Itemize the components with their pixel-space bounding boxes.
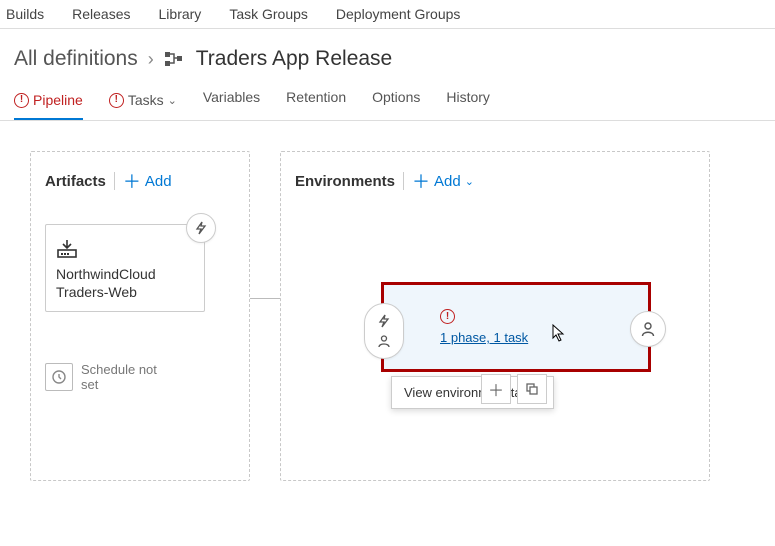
add-environment-below-button[interactable]: ＋: [481, 374, 511, 404]
cursor-icon: [550, 323, 568, 345]
tab-tasks-label: Tasks: [128, 92, 164, 108]
error-icon: !: [14, 93, 29, 108]
post-deploy-conditions-button[interactable]: [630, 311, 666, 347]
environment-tasks-link[interactable]: 1 phase, 1 task: [440, 330, 528, 345]
environment-body: ! 1 phase, 1 task: [440, 309, 528, 345]
nav-library[interactable]: Library: [159, 6, 202, 22]
pre-deploy-conditions-button[interactable]: [364, 303, 404, 359]
page-title: Traders App Release: [196, 47, 393, 71]
artifacts-header: Artifacts ＋ Add: [45, 168, 235, 194]
artifacts-title: Artifacts: [45, 173, 106, 190]
add-artifact-label: Add: [145, 173, 172, 190]
breadcrumb: All definitions › Traders App Release: [0, 29, 775, 79]
sub-tabs: ! Pipeline ! Tasks ⌄ Variables Retention…: [0, 79, 775, 121]
artifacts-panel: Artifacts ＋ Add: [30, 151, 250, 481]
plus-icon: ＋: [412, 168, 430, 194]
environments-panel: Environments ＋ Add ⌄: [280, 151, 710, 481]
top-nav: Builds Releases Library Task Groups Depl…: [0, 0, 775, 29]
error-icon: !: [440, 309, 455, 324]
error-icon: !: [109, 93, 124, 108]
lightning-icon: [194, 221, 208, 235]
schedule-label: Schedule not set: [81, 362, 161, 392]
artifact-source-icon: [56, 239, 194, 259]
release-definition-icon: [164, 50, 186, 68]
environments-header: Environments ＋ Add ⌄: [295, 168, 695, 194]
person-icon: [640, 321, 656, 337]
tab-variables[interactable]: Variables: [203, 89, 260, 115]
environment-card[interactable]: ! 1 phase, 1 task: [381, 282, 651, 372]
nav-task-groups[interactable]: Task Groups: [229, 6, 308, 22]
tab-options[interactable]: Options: [372, 89, 420, 115]
add-environment-button[interactable]: ＋ Add ⌄: [412, 168, 474, 194]
divider: [114, 172, 115, 190]
artifact-card[interactable]: NorthwindCloud Traders-Web: [45, 224, 205, 312]
tab-pipeline[interactable]: ! Pipeline: [14, 92, 83, 120]
plus-icon: ＋: [123, 168, 141, 194]
tab-history[interactable]: History: [446, 89, 490, 115]
chevron-down-icon: ⌄: [168, 94, 177, 107]
plus-icon: ＋: [488, 377, 504, 401]
clone-icon: [525, 382, 539, 396]
environment-card-wrap: ! 1 phase, 1 task View environment tasks: [381, 282, 651, 372]
add-environment-label: Add: [434, 173, 461, 190]
trigger-button[interactable]: [186, 213, 216, 243]
environments-title: Environments: [295, 173, 395, 190]
artifact-name: NorthwindCloud Traders-Web: [56, 265, 194, 301]
nav-releases[interactable]: Releases: [72, 6, 130, 22]
environment-actions: ＋: [481, 374, 547, 404]
tab-tasks[interactable]: ! Tasks ⌄: [109, 92, 177, 118]
clock-icon: [45, 363, 73, 391]
lightning-icon: [377, 314, 391, 328]
chevron-right-icon: ›: [148, 49, 154, 70]
pipeline-canvas: Artifacts ＋ Add: [0, 121, 775, 495]
schedule-row[interactable]: Schedule not set: [45, 362, 235, 392]
tab-pipeline-label: Pipeline: [33, 92, 83, 108]
person-icon: [377, 334, 391, 348]
nav-builds[interactable]: Builds: [6, 6, 44, 22]
tab-retention[interactable]: Retention: [286, 89, 346, 115]
clone-environment-button[interactable]: [517, 374, 547, 404]
nav-deployment-groups[interactable]: Deployment Groups: [336, 6, 461, 22]
breadcrumb-root[interactable]: All definitions: [14, 47, 138, 71]
divider: [403, 172, 404, 190]
chevron-down-icon: ⌄: [465, 175, 474, 188]
add-artifact-button[interactable]: ＋ Add: [123, 168, 172, 194]
